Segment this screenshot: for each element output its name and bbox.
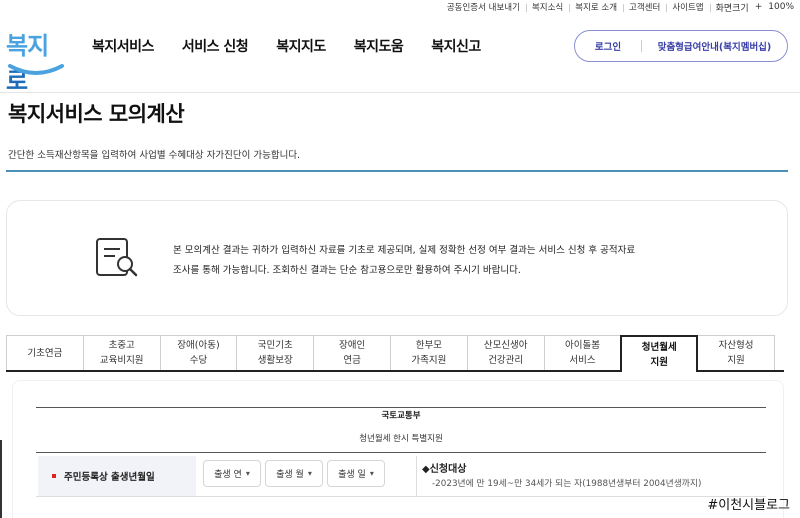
tab-label-line-1: 장애인 [338,340,366,351]
agency-name: 국토교통부 [381,411,421,421]
login-button[interactable]: 로그인 [575,39,641,53]
table-top-line [36,407,766,408]
nav-welfare-service[interactable]: 복지서비스 [92,36,154,56]
chevron-down-icon: ▾ [369,469,374,478]
tab-6[interactable]: 산모신생아건강관리 [466,335,545,371]
header-divider [0,92,800,93]
tab-label: 자산형성지원 [719,338,754,368]
zoom-value: 100% [768,2,794,12]
table-header-line [36,452,766,453]
logo-swoosh-icon [8,64,64,75]
required-marker [52,474,56,478]
tab-3[interactable]: 국민기초생활보장 [236,335,315,371]
tab-label: 산모신생아건강관리 [484,338,528,368]
table-bottom-line [36,496,766,497]
birth-month-select[interactable]: 출생 월 ▾ [265,460,323,487]
tab-label-line-1: 한부모 [415,340,442,351]
page-title: 복지서비스 모의계산 [8,102,185,126]
tab-9[interactable]: 자산형성지원 [697,335,775,371]
zoom-label: 화면크기 [715,3,749,14]
chevron-down-icon: ▾ [245,469,250,478]
blog-watermark: #이천시블로그 [707,498,790,513]
nav-welfare-help[interactable]: 복지도움 [354,36,404,56]
tab-label-line-2: 가족지원 [411,355,447,366]
tab-label-line-1: 초중고 [108,340,135,351]
nav-welfare-map[interactable]: 복지지도 [276,36,326,56]
tab-label-line-2: 생활보장 [257,355,293,366]
main-nav: 복지서비스 서비스 신청 복지지도 복지도움 복지신고 [92,36,509,56]
tab-4[interactable]: 장애인연금 [313,335,391,371]
program-name: 청년월세 한시 특별지원 [359,434,443,444]
tab-label-line-2: 건강관리 [488,355,524,366]
tab-label-line-1: 기초연금 [27,347,63,359]
tab-label-line-2: 수당 [189,355,208,366]
eligibility-title: ◆신청대상 [422,464,467,475]
notice-box: 본 모의계산 결과는 귀하가 입력하신 자료를 기초로 제공되며, 실제 정확한… [6,200,788,316]
document-search-icon [96,238,138,277]
program-tabs: 기초연금 초중고교육비지원 장애(아동) 수당 국민기초생활보장 장애인연금 한부모가족지원… [6,335,784,372]
eligibility-text: -2023년에 만 19세~만 34세가 되는 자(1988년생부터 2004년… [432,479,702,489]
tab-label-line-1: 장애(아동) [177,340,220,351]
tab-label-line-2: 연금 [343,355,361,366]
birth-year-value: 출생 연 [214,470,242,480]
title-underline [6,170,788,172]
tab-label-line-1: 아이돌봄 [564,340,600,351]
tab-label: 기초연금 [27,346,62,361]
tab-label-line-1: 자산형성 [718,340,754,351]
zoom-in-button[interactable]: + [755,2,763,12]
membership-button[interactable]: 맞춤형급여안내(복지멤버십) [642,39,787,53]
util-link-about[interactable]: 복지로 소개 [569,1,623,13]
notice-line-1: 본 모의계산 결과는 귀하가 입력하신 자료를 기초로 제공되며, 실제 정확한… [173,245,636,256]
tab-label-line-1: 청년월세 [641,341,677,353]
tab-2[interactable]: 장애(아동) 수당 [159,335,238,371]
util-link-news[interactable]: 복지소식 [525,1,569,13]
user-box: 로그인 맞춤형급여안내(복지멤버십) [574,30,788,62]
birth-year-select[interactable]: 출생 연 ▾ [203,460,261,487]
left-edge-bar [0,440,2,518]
tab-label: 청년월세지원 [642,340,677,370]
birthdate-label-text: 주민등록상 출생년월일 [64,472,155,483]
tab-label: 초중고교육비지원 [100,338,144,368]
tab-7[interactable]: 아이돌봄서비스 [543,335,622,371]
notice-line-2: 조사를 통해 가능합니다. 조회하신 결과는 단순 참고용으로만 활용하여 주시… [173,265,521,276]
page-description: 간단한 소득재산항목을 입력하여 사업별 수혜대상 자가진단이 가능합니다. [8,150,301,161]
tab-label-line-2: 서비스 [569,355,596,366]
site-logo[interactable]: 복지로 [6,22,66,95]
tab-label-line-1: 산모신생아 [483,340,528,351]
notice-text: 본 모의계산 결과는 귀하가 입력하신 자료를 기초로 제공되며, 실제 정확한… [173,241,653,281]
column-divider [416,456,417,496]
tab-label-line-2: 지원 [727,355,745,366]
tab-1[interactable]: 초중고교육비지원 [82,335,161,371]
birth-day-value: 출생 일 [338,470,366,480]
chevron-down-icon: ▾ [307,469,312,478]
tab-label: 국민기초생활보장 [258,338,293,368]
birth-day-select[interactable]: 출생 일 ▾ [327,460,385,487]
zoom-control: 화면크기 + 100% [709,1,800,14]
nav-welfare-report[interactable]: 복지신고 [431,36,481,56]
tab-0[interactable]: 기초연금 [6,335,84,371]
util-link-customer-center[interactable]: 고객센터 [623,1,666,13]
tab-5[interactable]: 한부모가족지원 [389,335,468,371]
birthdate-label: 주민등록상 출생년월일 [52,469,155,483]
tab-label: 아이돌봄서비스 [565,338,600,368]
birth-month-value: 출생 월 [276,470,304,480]
tab-label: 한부모가족지원 [411,338,446,368]
tab-label-line-2: 교육비지원 [99,355,144,366]
tab-8[interactable]: 청년월세지원 [620,335,699,372]
content-panel [12,380,784,518]
nav-service-apply[interactable]: 서비스 신청 [182,36,249,56]
tab-label-line-1: 국민기초 [257,340,293,351]
utility-bar: 공동인증서 내보내기 복지소식 복지로 소개 고객센터 사이트맵 화면크기 + … [441,0,800,14]
tab-label: 장애인연금 [339,338,365,368]
tab-label: 장애(아동) 수당 [177,338,219,368]
tab-label-line-2: 지원 [650,356,668,368]
util-link-cert-export[interactable]: 공동인증서 내보내기 [441,1,526,13]
util-link-sitemap[interactable]: 사이트맵 [666,1,709,13]
